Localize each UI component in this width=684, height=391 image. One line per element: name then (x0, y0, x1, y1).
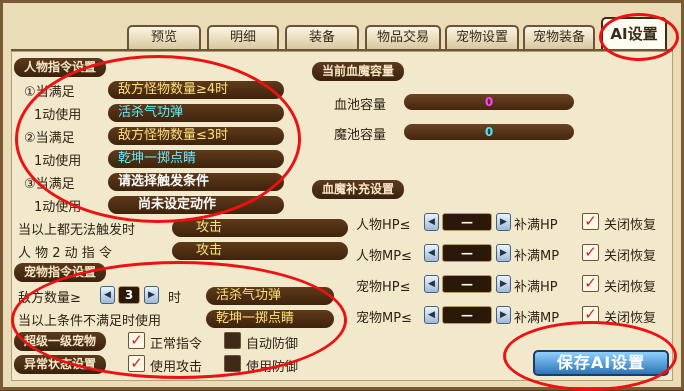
use-attack-checkbox[interactable]: ✓ (128, 355, 145, 372)
refill-pet-hp-close-label: 关闭恢复 (604, 280, 657, 295)
skill3-select[interactable]: 尚未设定动作 (108, 196, 284, 214)
refill-pet-mp-increase[interactable]: ▶ (496, 306, 511, 324)
refill-char-mp-increase[interactable]: ▶ (496, 244, 511, 262)
enemy-count-value: 3 (118, 286, 140, 304)
refill-pet-hp-decrease[interactable]: ◀ (424, 275, 439, 293)
refill-char-mp-decrease[interactable]: ◀ (424, 244, 439, 262)
refill-section-title: 血魔补充设置 (312, 180, 405, 199)
refill-pet-hp-value: — (442, 275, 492, 293)
pet-fallback-select[interactable]: 乾坤一掷点睛 (206, 310, 334, 328)
refill-char-mp-close-label: 关闭恢复 (604, 249, 657, 264)
tab-pet-equipment[interactable]: 宠物装备 (523, 25, 595, 49)
refill-char-hp-close-checkbox[interactable]: ✓ (582, 213, 599, 230)
refill-pet-mp-decrease[interactable]: ◀ (424, 306, 439, 324)
cond2-select[interactable]: 敌方怪物数量≤3时 (108, 127, 284, 145)
normal-command-label: 正常指令 (150, 337, 203, 352)
normal-command-checkbox[interactable]: ✓ (128, 332, 145, 349)
tab-item-trade[interactable]: 物品交易 (365, 25, 441, 49)
use1-label: 1动使用 (34, 108, 82, 123)
refill-char-mp-suffix: 补满MP (514, 249, 560, 264)
enemy-count-decrease[interactable]: ◀ (100, 286, 115, 304)
refill-char-mp-label: 人物MP≤ (356, 249, 412, 264)
tab-details[interactable]: 明细 (207, 25, 279, 49)
skill1-select[interactable]: 活杀气功弹 (108, 104, 284, 122)
char-section-title: 人物指令设置 (14, 58, 107, 77)
refill-char-mp-close-checkbox[interactable]: ✓ (582, 244, 599, 261)
refill-char-hp-label: 人物HP≤ (356, 218, 411, 233)
pet-fallback-label: 当以上条件不满足时使用 (18, 314, 162, 329)
auto-defend-label: 自动防御 (246, 337, 299, 352)
refill-char-hp-decrease[interactable]: ◀ (424, 213, 439, 231)
mp-pool-value: 0 (404, 124, 574, 140)
cond3-label: ③当满足 (24, 177, 75, 192)
auto-defend-checkbox[interactable] (224, 332, 241, 349)
content-panel: 人物指令设置 ①当满足 敌方怪物数量≥4时 1动使用 活杀气功弹 ②当满足 敌方… (11, 51, 673, 381)
refill-pet-mp-value: — (442, 306, 492, 324)
enemy-count-suffix: 时 (168, 291, 182, 306)
save-ai-settings-button[interactable]: 保存AI设置 (533, 350, 669, 376)
fallback2-select[interactable]: 攻击 (172, 242, 348, 260)
fallback1-select[interactable]: 攻击 (172, 219, 348, 237)
refill-char-hp-close-label: 关闭恢复 (604, 218, 657, 233)
refill-char-hp-increase[interactable]: ▶ (496, 213, 511, 231)
capacity-section-title: 当前血魔容量 (312, 62, 405, 81)
super-pet-label: 超级一级宠物 (14, 332, 107, 351)
fallback2-label: 人 物 2 动 指 令 (18, 246, 112, 261)
hp-pool-label: 血池容量 (334, 98, 387, 113)
tab-pet-settings[interactable]: 宠物设置 (445, 25, 519, 49)
tab-preview[interactable]: 预览 (127, 25, 201, 49)
pet-section-title: 宠物指令设置 (14, 263, 107, 282)
use2-label: 1动使用 (34, 154, 82, 169)
use-defend-checkbox[interactable] (224, 355, 241, 372)
tab-ai-settings[interactable]: AI设置 (601, 17, 667, 51)
refill-pet-mp-suffix: 补满MP (514, 311, 560, 326)
refill-pet-mp-label: 宠物MP≤ (356, 311, 412, 326)
refill-char-hp-suffix: 补满HP (514, 218, 558, 233)
enemy-count-increase[interactable]: ▶ (144, 286, 159, 304)
refill-pet-hp-suffix: 补满HP (514, 280, 558, 295)
skill2-select[interactable]: 乾坤一掷点睛 (108, 150, 284, 168)
refill-pet-mp-close-label: 关闭恢复 (604, 311, 657, 326)
hp-pool-value: 0 (404, 94, 574, 110)
use-defend-label: 使用防御 (246, 360, 299, 375)
pet-skill-select[interactable]: 活杀气功弹 (206, 287, 334, 305)
mp-pool-label: 魔池容量 (334, 128, 387, 143)
refill-pet-hp-close-checkbox[interactable]: ✓ (582, 275, 599, 292)
fallback1-label: 当以上都无法触发时 (18, 223, 136, 238)
refill-pet-mp-close-checkbox[interactable]: ✓ (582, 306, 599, 323)
tab-equipment[interactable]: 装备 (285, 25, 359, 49)
abnormal-status-label: 异常状态设置 (14, 355, 107, 374)
cond2-label: ②当满足 (24, 131, 75, 146)
cond3-select[interactable]: 请选择触发条件 (108, 173, 284, 191)
cond1-label: ①当满足 (24, 85, 75, 100)
cond1-select[interactable]: 敌方怪物数量≥4时 (108, 81, 284, 99)
ai-settings-window: 预览 明细 装备 物品交易 宠物设置 宠物装备 AI设置 人物指令设置 ①当满足… (0, 0, 684, 391)
use3-label: 1动使用 (34, 200, 82, 215)
enemy-count-label: 敌方数量≥ (18, 291, 81, 306)
refill-char-mp-value: — (442, 244, 492, 262)
refill-pet-hp-label: 宠物HP≤ (356, 280, 411, 295)
use-attack-label: 使用攻击 (150, 360, 203, 375)
refill-char-hp-value: — (442, 213, 492, 231)
refill-pet-hp-increase[interactable]: ▶ (496, 275, 511, 293)
